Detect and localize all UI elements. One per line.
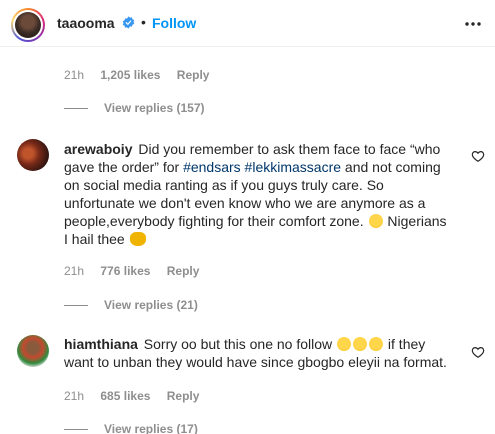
verified-badge-icon [122,16,135,29]
view-replies-label: View replies (157) [104,101,205,115]
laughing-tears-emoji [337,337,352,351]
sad-face-emoji [368,214,383,228]
view-replies-button[interactable]: View replies (21) [64,298,198,312]
reply-button[interactable]: Reply [167,264,200,278]
comment-avatar[interactable] [17,139,49,171]
divider-line [64,305,88,307]
hashtag-link[interactable]: #endsars [183,159,241,175]
avatar-photo [15,12,41,38]
comment-time[interactable]: 21h [64,389,84,403]
laughing-tears-emoji [353,337,368,351]
reply-button[interactable]: Reply [177,68,210,82]
clapping-hands-emoji [129,232,146,246]
comment-meta: 21h 685 likes Reply [64,389,212,403]
divider-line [64,429,88,431]
comment-avatar[interactable] [17,335,49,367]
comment-likes[interactable]: 776 likes [100,264,150,278]
laughing-tears-emoji [369,337,384,351]
header-separator: • [141,14,146,30]
view-replies-button[interactable]: View replies (157) [64,101,205,115]
comment-body: hiamthiana Sorry oo but this one no foll… [64,335,454,371]
more-options-icon[interactable] [463,16,483,32]
profile-avatar[interactable] [11,8,45,42]
divider-line [64,108,88,110]
view-replies-label: View replies (17) [104,422,198,434]
comment-username[interactable]: arewaboiy [64,141,132,157]
comment-time[interactable]: 21h [64,264,84,278]
hashtag-link[interactable]: #lekkimassacre [245,159,341,175]
comment-likes[interactable]: 685 likes [100,389,150,403]
comment-body: arewaboiy Did you remember to ask them f… [64,140,454,248]
follow-button[interactable]: Follow [152,15,196,31]
header-username[interactable]: taaooma [57,15,115,31]
comment-username[interactable]: hiamthiana [64,336,138,352]
view-replies-button[interactable]: View replies (17) [64,422,198,434]
heart-outline-icon[interactable] [471,149,485,163]
reply-button[interactable]: Reply [167,389,200,403]
view-replies-label: View replies (21) [104,298,198,312]
comment-meta: 21h 1,205 likes Reply [64,68,222,82]
comment-time[interactable]: 21h [64,68,84,82]
comment-meta: 21h 776 likes Reply [64,264,212,278]
comment-text: Sorry oo but this one no follow [143,336,337,352]
comment-likes[interactable]: 1,205 likes [100,68,160,82]
heart-outline-icon[interactable] [471,345,485,359]
post-header: taaooma • Follow [0,0,495,47]
